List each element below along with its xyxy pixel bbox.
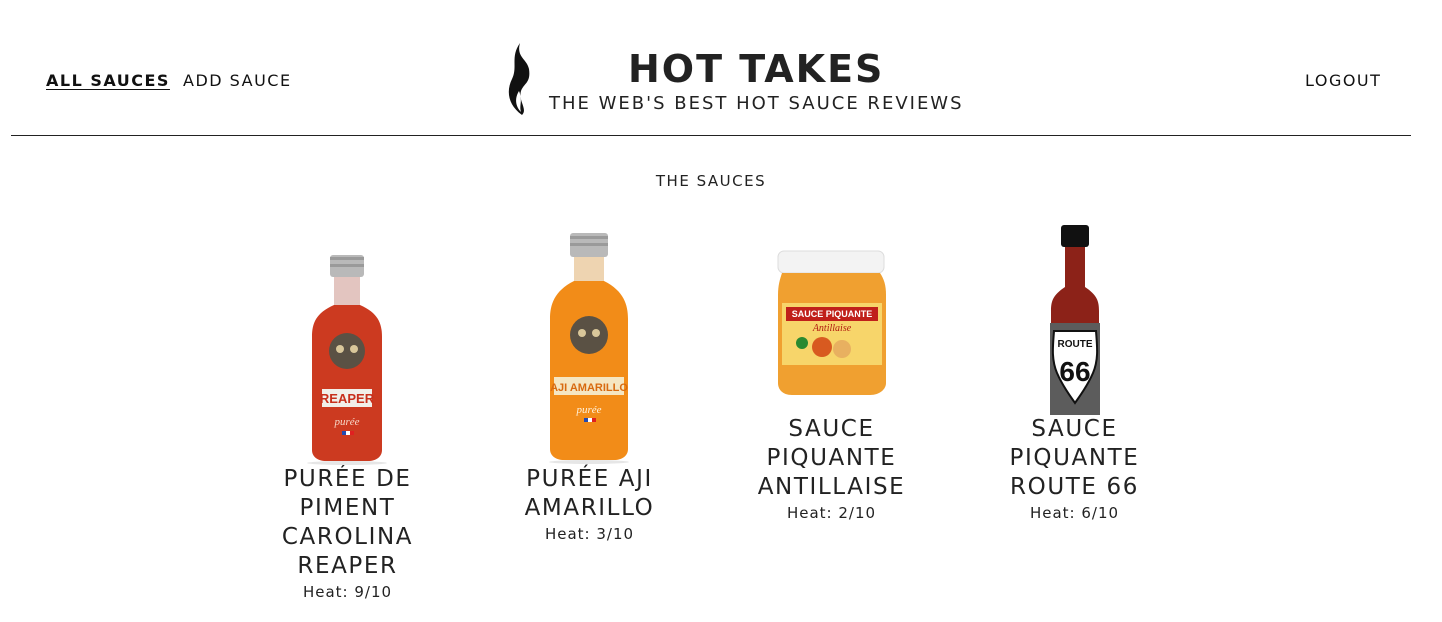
sauce-name[interactable]: PURÉE DE PIMENT CAROLINA REAPER <box>226 465 469 581</box>
nav-add-sauce[interactable]: ADD SAUCE <box>183 71 292 90</box>
sauce-image[interactable]: ROUTE 66 <box>953 175 1196 415</box>
bottle-sublabel: purée <box>575 404 601 416</box>
bottle-sublabel: 66 <box>1059 356 1090 387</box>
sauce-heat: Heat: 9/10 <box>302 583 393 601</box>
sauce-name[interactable]: SAUCE PIQUANTE ROUTE 66 <box>953 415 1196 502</box>
site-title: HOT TAKES <box>628 47 885 91</box>
bottle-sublabel: Antillaise <box>812 323 852 334</box>
sauce-card[interactable]: SAUCE PIQUANTE Antillaise SAUCE PIQUANTE… <box>710 175 953 522</box>
site-header: ALL SAUCES ADD SAUCE HOT TAKES THE WEB'S… <box>11 0 1411 136</box>
flame-icon <box>508 43 530 115</box>
sauce-name[interactable]: PURÉE AJI AMARILLO <box>468 465 711 523</box>
sauce-card[interactable]: ROUTE 66 SAUCE PIQUANTE ROUTE 66 Heat: 6… <box>953 175 1196 522</box>
bottle-label: ROUTE <box>1058 339 1093 350</box>
logout-button[interactable]: LOGOUT <box>1305 71 1381 90</box>
bottle-sublabel: purée <box>333 416 359 428</box>
sauce-heat: Heat: 6/10 <box>1029 504 1120 522</box>
sauce-image[interactable]: REAPER purée <box>226 225 469 465</box>
bottle-label: SAUCE PIQUANTE <box>792 309 873 319</box>
bottle-label: REAPER <box>320 391 375 406</box>
sauce-heat: Heat: 2/10 <box>786 504 877 522</box>
bottle-label: AJI AMARILLO <box>550 382 628 394</box>
sauce-card[interactable]: AJI AMARILLO purée PURÉE AJI AMARILLO He… <box>468 225 711 543</box>
sauce-heat: Heat: 3/10 <box>544 525 635 543</box>
sauce-image[interactable]: SAUCE PIQUANTE Antillaise <box>710 175 953 415</box>
nav-all-sauces[interactable]: ALL SAUCES <box>46 71 170 90</box>
sauce-card[interactable]: REAPER purée PURÉE DE PIMENT CAROLINA RE… <box>226 225 469 601</box>
sauce-image[interactable]: AJI AMARILLO purée <box>468 225 711 465</box>
site-subtitle: THE WEB'S BEST HOT SAUCE REVIEWS <box>549 93 964 114</box>
sauce-name[interactable]: SAUCE PIQUANTE ANTILLAISE <box>710 415 953 502</box>
